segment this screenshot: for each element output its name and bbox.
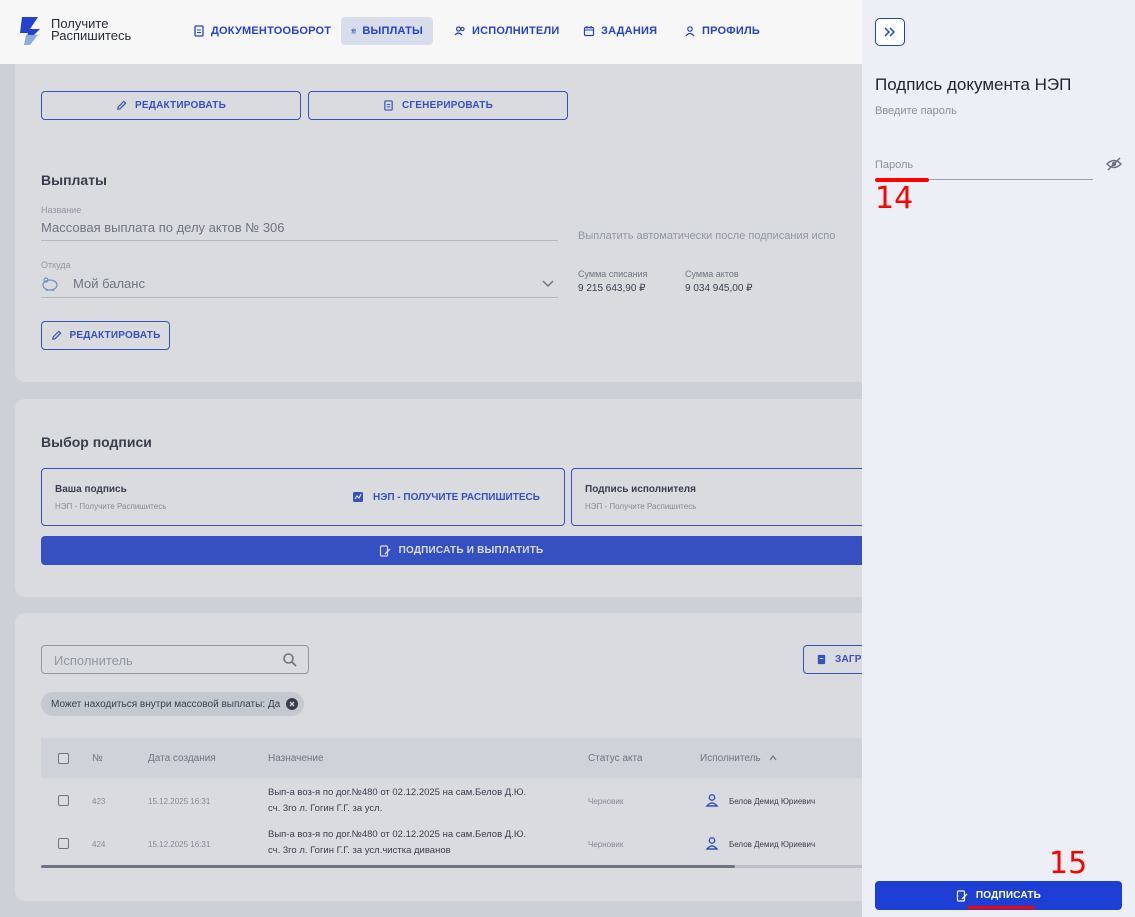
annotation-14: 14 — [875, 181, 914, 216]
modal-backdrop-top — [0, 0, 862, 64]
annotation-underline-15 — [967, 906, 1035, 909]
sign-button-label: ПОДПИСАТЬ — [975, 890, 1042, 901]
password-input[interactable]: Пароль — [875, 150, 1093, 180]
annotation-15: 15 — [1049, 846, 1088, 881]
sign-document-icon — [956, 889, 968, 902]
sign-panel: Подпись документа НЭП Введите пароль Пар… — [862, 0, 1135, 917]
modal-backdrop[interactable] — [0, 64, 862, 917]
password-placeholder: Пароль — [875, 159, 914, 171]
panel-subtitle: Введите пароль — [875, 105, 957, 117]
double-chevron-right-icon — [884, 27, 896, 37]
panel-title: Подпись документа НЭП — [875, 75, 1072, 94]
collapse-panel-button[interactable] — [875, 18, 905, 46]
eye-off-icon[interactable] — [1106, 157, 1122, 171]
